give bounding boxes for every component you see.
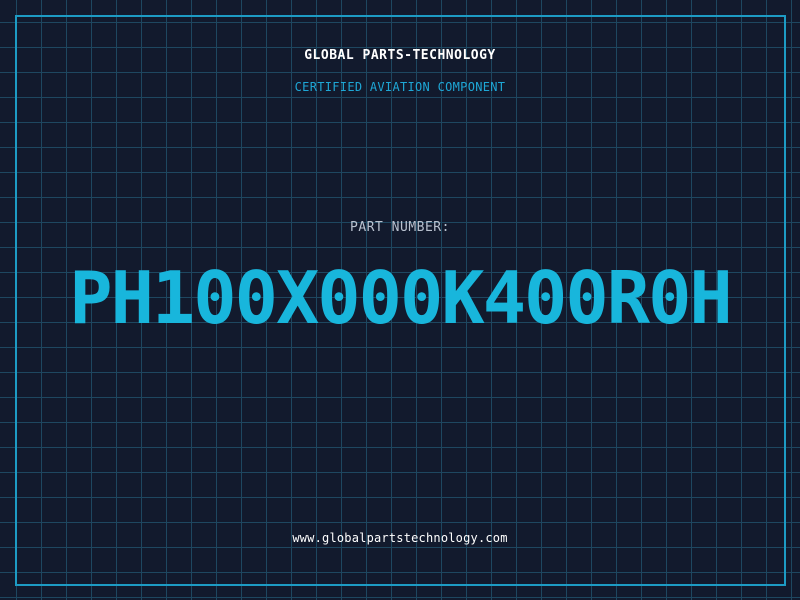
- part-number-label: PART NUMBER:: [350, 220, 450, 235]
- website-link[interactable]: www.globalpartstechnology.com: [0, 531, 800, 545]
- brand-tagline: CERTIFIED AVIATION COMPONENT: [294, 80, 506, 94]
- brand-title: GLOBAL PARTS-TECHNOLOGY: [304, 48, 496, 63]
- part-number-value: PH100X000K400R0H: [69, 256, 733, 340]
